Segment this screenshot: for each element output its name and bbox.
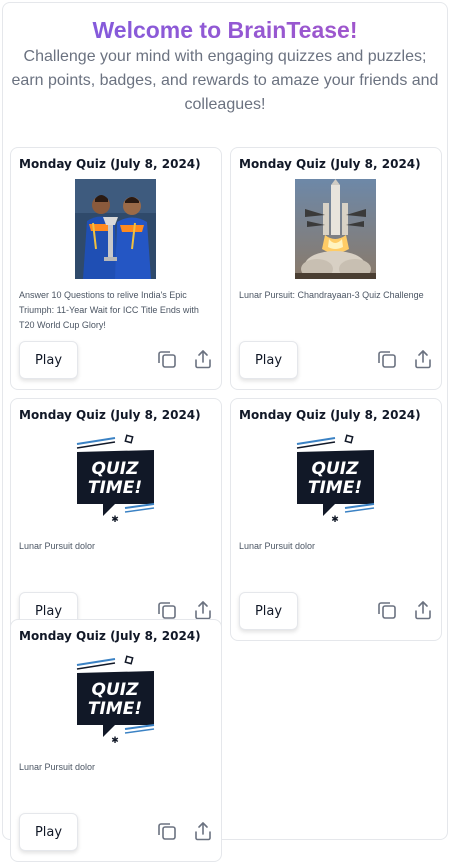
quiz-card: Monday Quiz (July 8, 2024) QUIZ TIME! ✱ … bbox=[10, 398, 222, 641]
cricket-players-trophy-image bbox=[75, 179, 156, 279]
share-icon[interactable] bbox=[192, 348, 214, 370]
quiz-text-line2: TIME! bbox=[308, 478, 362, 498]
quiz-date: Monday Quiz (July 8, 2024) bbox=[19, 157, 201, 171]
share-icon[interactable] bbox=[412, 599, 434, 621]
quiz-card: Monday Quiz (July 8, 2024) QUIZ TIME! ✱ … bbox=[230, 398, 442, 641]
quiz-time-image: QUIZ TIME! ✱ bbox=[295, 430, 376, 530]
quiz-date: Monday Quiz (July 8, 2024) bbox=[19, 629, 201, 643]
copy-icon[interactable] bbox=[156, 348, 178, 370]
copy-icon[interactable] bbox=[156, 599, 178, 621]
quiz-date: Monday Quiz (July 8, 2024) bbox=[239, 408, 421, 422]
quiz-text-line2: TIME! bbox=[88, 699, 142, 719]
quiz-description: Lunar Pursuit dolor bbox=[239, 541, 316, 551]
quiz-card: Monday Quiz (July 8, 2024) Lunar Pursuit… bbox=[230, 147, 442, 390]
quiz-card: Monday Quiz (July 8, 2024) QUIZ TIME! ✱ … bbox=[10, 619, 222, 862]
quiz-time-image: QUIZ TIME! ✱ bbox=[75, 430, 156, 530]
quiz-date: Monday Quiz (July 8, 2024) bbox=[19, 408, 201, 422]
quiz-description: Lunar Pursuit: Chandrayaan-3 Quiz Challe… bbox=[239, 290, 424, 300]
quiz-card: Monday Quiz (July 8, 2024) Answer 10 Que… bbox=[10, 147, 222, 390]
share-icon[interactable] bbox=[192, 599, 214, 621]
share-icon[interactable] bbox=[412, 348, 434, 370]
copy-icon[interactable] bbox=[376, 599, 398, 621]
play-button[interactable]: Play bbox=[239, 592, 298, 630]
quiz-time-image: QUIZ TIME! ✱ bbox=[75, 651, 156, 751]
page-title: Welcome to BrainTease! bbox=[3, 15, 447, 45]
copy-icon[interactable] bbox=[376, 348, 398, 370]
quiz-text-line1: QUIZ bbox=[92, 459, 140, 479]
page-subtitle: Challenge your mind with engaging quizze… bbox=[11, 48, 439, 113]
quiz-description: Lunar Pursuit dolor bbox=[19, 541, 96, 551]
copy-icon[interactable] bbox=[156, 820, 178, 842]
quiz-description: Answer 10 Questions to relive India's Ep… bbox=[19, 290, 199, 330]
page-header: Welcome to BrainTease! Challenge your mi… bbox=[3, 3, 447, 117]
quiz-date: Monday Quiz (July 8, 2024) bbox=[239, 157, 421, 171]
quiz-text-line2: TIME! bbox=[88, 478, 142, 498]
share-icon[interactable] bbox=[192, 820, 214, 842]
play-button[interactable]: Play bbox=[19, 341, 78, 379]
svg-text:✱: ✱ bbox=[111, 515, 119, 525]
rocket-launch-image bbox=[295, 179, 376, 279]
play-button[interactable]: Play bbox=[239, 341, 298, 379]
play-button[interactable]: Play bbox=[19, 813, 78, 851]
svg-text:✱: ✱ bbox=[111, 736, 119, 746]
quiz-description: Lunar Pursuit dolor bbox=[19, 762, 96, 772]
quiz-text-line1: QUIZ bbox=[312, 459, 360, 479]
quiz-text-line1: QUIZ bbox=[92, 680, 140, 700]
svg-text:✱: ✱ bbox=[331, 515, 339, 525]
